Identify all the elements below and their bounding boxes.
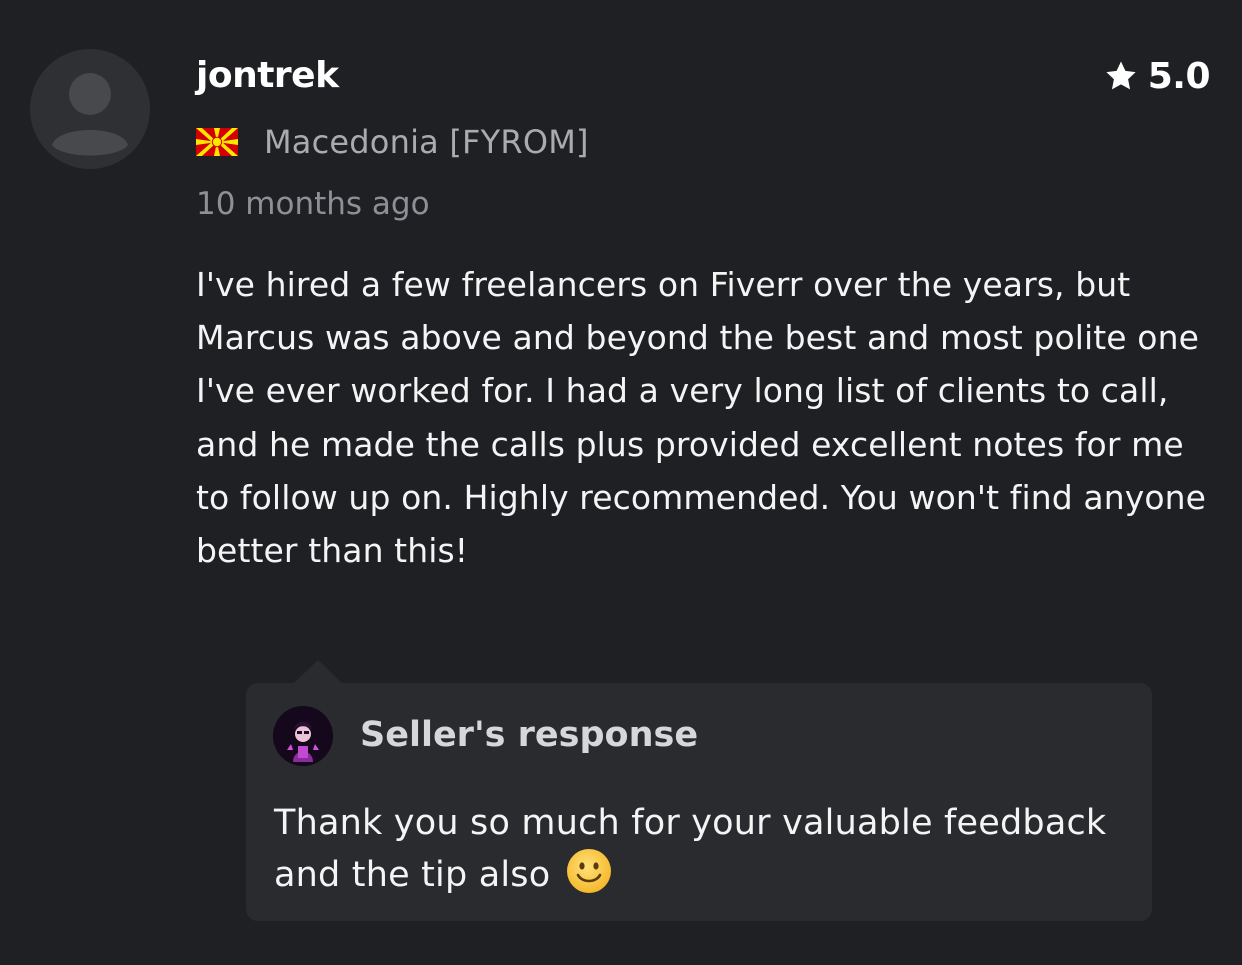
seller-response-text: Thank you so much for your valuable feed…	[274, 803, 1107, 895]
review-time: 10 months ago	[196, 186, 430, 222]
seller-avatar[interactable]	[273, 706, 333, 766]
seller-response-title: Seller's response	[360, 715, 699, 755]
reviewer-avatar[interactable]	[30, 49, 150, 169]
reviewer-country: Macedonia [FYROM]	[264, 123, 589, 161]
seller-avatar-image	[273, 706, 333, 766]
rating-value: 5.0	[1147, 55, 1211, 97]
review-card: jontrek 5.0 Macedonia [FYROM] 10 months …	[0, 0, 1242, 965]
star-icon	[1106, 61, 1136, 90]
slightly-smiling-face-icon	[566, 849, 611, 893]
review-rating: 5.0	[1104, 54, 1211, 98]
response-caret	[293, 660, 343, 684]
review-text: I've hired a few freelancers on Fiverr o…	[196, 265, 1207, 571]
reviewer-location: Macedonia [FYROM]	[196, 120, 589, 164]
reviewer-username[interactable]: jontrek	[196, 54, 339, 98]
macedonia-flag-icon	[196, 128, 238, 156]
seller-response-text-block: Thank you so much for your valuable feed…	[274, 798, 1134, 900]
default-user-avatar-icon	[52, 73, 128, 156]
seller-response: Seller's response Thank you so much for …	[246, 683, 1152, 921]
